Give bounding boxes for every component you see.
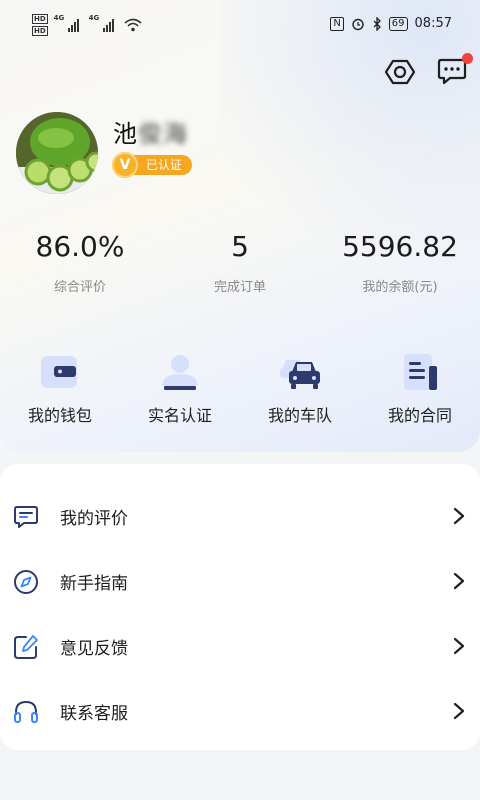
stat-balance[interactable]: 5596.82 我的余额(元) <box>320 228 480 295</box>
avatar[interactable] <box>16 112 98 194</box>
stat-value: 86.0% <box>35 230 125 263</box>
action-wallet[interactable]: 我的钱包 <box>0 352 120 426</box>
menu-item-beginner-guide[interactable]: 新手指南 <box>0 549 480 614</box>
lime-photo-icon <box>16 112 98 194</box>
action-label: 我的钱包 <box>27 406 92 425</box>
hd-badge-top: HD <box>32 14 48 24</box>
menu-label: 我的评价 <box>60 509 128 529</box>
alarm-icon <box>352 18 364 30</box>
nfc-icon: N <box>330 16 344 31</box>
hd-badge-bottom: HD <box>32 26 48 36</box>
battery-icon: 69 <box>388 16 408 31</box>
comment-icon <box>14 505 38 528</box>
menu-item-feedback[interactable]: 意见反馈 <box>0 614 480 679</box>
headset-icon <box>14 700 38 723</box>
status-bar: HD HD 4G 4G N 69 08:57 <box>0 0 480 52</box>
signal-icon: 4G <box>54 14 79 32</box>
action-contract[interactable]: 我的合同 <box>360 352 480 426</box>
settings-button[interactable] <box>384 56 416 88</box>
menu-item-my-reviews[interactable]: 我的评价 <box>0 484 480 549</box>
stat-value: 5596.82 <box>342 230 458 263</box>
unread-badge <box>462 53 473 64</box>
menu-card: 我的评价 新手指南 意见反馈 联系客服 <box>0 464 480 750</box>
stat-label: 我的余额(元) <box>362 280 438 295</box>
menu-label: 联系客服 <box>60 704 128 724</box>
action-id-verify[interactable]: 实名认证 <box>120 352 240 426</box>
network-type-label: 4G <box>53 14 65 22</box>
chevron-right-icon <box>453 572 465 590</box>
action-label: 实名认证 <box>147 406 212 425</box>
chevron-right-icon <box>453 507 465 525</box>
id-verify-icon <box>158 352 202 392</box>
user-name-blurred: 俊海 <box>138 120 188 148</box>
menu-label: 新手指南 <box>60 574 128 594</box>
messages-button[interactable] <box>437 53 473 88</box>
status-right: N 69 08:57 <box>330 16 452 31</box>
verified-v-icon: V <box>112 152 138 178</box>
settings-hexagon-icon <box>384 59 416 85</box>
user-name-visible: 池 <box>113 120 138 148</box>
clock-time: 08:57 <box>414 16 452 31</box>
action-label: 我的车队 <box>267 406 332 425</box>
compass-icon <box>14 569 38 594</box>
fleet-car-icon <box>278 352 322 392</box>
status-left: HD HD 4G 4G <box>32 14 142 36</box>
edit-feedback-icon <box>14 634 38 659</box>
wallet-icon <box>38 352 82 392</box>
signal-icon-2: 4G <box>89 14 114 32</box>
stat-label: 完成订单 <box>213 280 266 295</box>
network-type-label-2: 4G <box>88 14 100 22</box>
action-label: 我的合同 <box>387 406 452 425</box>
chevron-right-icon <box>453 637 465 655</box>
stat-rating[interactable]: 86.0% 综合评价 <box>0 228 160 295</box>
hd-indicator: HD HD <box>32 14 48 36</box>
verified-label: 已认证 <box>132 155 193 175</box>
stats-row: 86.0% 综合评价 5 完成订单 5596.82 我的余额(元) <box>0 228 480 295</box>
menu-label: 意见反馈 <box>60 639 128 659</box>
user-name: 池俊海 <box>113 114 188 149</box>
quick-actions: 我的钱包 实名认证 我的车队 我的合同 <box>0 352 480 426</box>
wifi-icon <box>124 18 142 32</box>
contract-icon <box>398 352 442 392</box>
bluetooth-icon <box>373 16 381 31</box>
stat-label: 综合评价 <box>53 280 106 295</box>
stat-orders[interactable]: 5 完成订单 <box>160 228 320 295</box>
action-fleet[interactable]: 我的车队 <box>240 352 360 426</box>
chevron-right-icon <box>453 702 465 720</box>
stat-value: 5 <box>231 230 249 263</box>
verification-badge: V 已认证 <box>112 152 193 178</box>
menu-item-customer-service[interactable]: 联系客服 <box>0 679 480 744</box>
